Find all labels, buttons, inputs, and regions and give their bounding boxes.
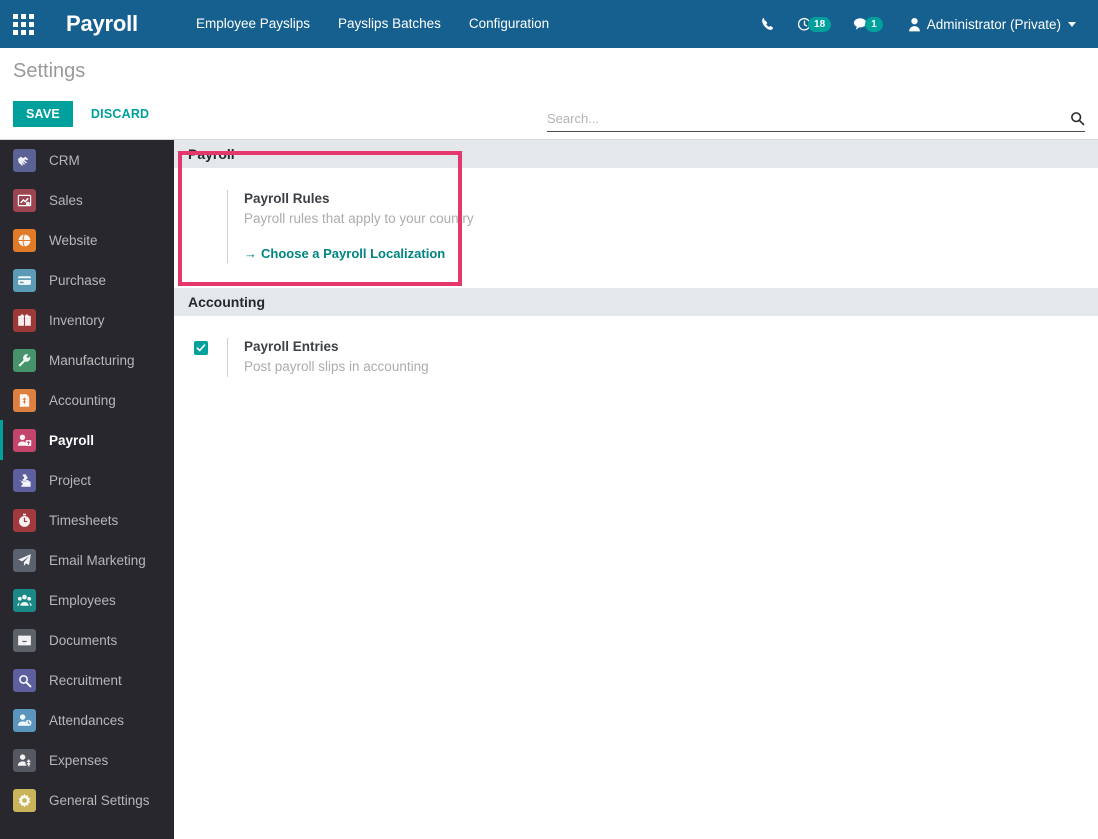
expenses-dollar-icon: [13, 748, 36, 772]
control-panel: Settings SAVE DISCARD: [0, 48, 1098, 140]
messages-chat-icon[interactable]: 1: [842, 0, 894, 48]
setting-box: Payroll Entries Post payroll slips in acc…: [227, 338, 429, 377]
nav-item-employee-payslips[interactable]: Employee Payslips: [182, 0, 324, 48]
sidebar-item-label: Documents: [49, 632, 118, 648]
sidebar-item-manufacturing[interactable]: Manufacturing: [0, 340, 174, 380]
discard-button[interactable]: DISCARD: [78, 101, 162, 127]
sidebar-item-expenses[interactable]: Expenses: [0, 740, 174, 780]
sidebar-item-label: Project: [49, 472, 92, 488]
page-title: Settings: [13, 60, 86, 82]
setting-box: Payroll Rules Payroll rules that apply to…: [227, 190, 474, 263]
sidebar-item-label: Timesheets: [49, 512, 119, 528]
settings-gear-icon: [13, 788, 36, 812]
website-globe-icon: [13, 228, 36, 252]
setting-title: Payroll Rules: [244, 191, 330, 206]
sidebar-item-purchase[interactable]: Purchase: [0, 260, 174, 300]
arrow-right-icon: →: [244, 246, 257, 261]
sales-chart-icon: [13, 188, 36, 212]
search-input[interactable]: [547, 111, 1064, 126]
setting-checkbox[interactable]: [194, 341, 208, 355]
sidebar-item-attendances[interactable]: Attendances: [0, 700, 174, 740]
project-puzzle-icon: [13, 468, 36, 492]
sidebar-item-inventory[interactable]: Inventory: [0, 300, 174, 340]
sidebar-item-crm[interactable]: CRM: [0, 140, 174, 180]
setting-description: Post payroll slips in accounting: [244, 359, 429, 374]
setting-title: Payroll Entries: [244, 339, 339, 354]
sidebar-item-documents[interactable]: Documents: [0, 620, 174, 660]
sidebar-item-label: General Settings: [49, 792, 150, 808]
email-send-icon: [13, 548, 36, 572]
manufacturing-wrench-icon: [13, 348, 36, 372]
section-body: Payroll Entries Post payroll slips in acc…: [174, 316, 1098, 391]
settings-sidebar[interactable]: CRM Sales Website Purchase Inventory Manufact…: [0, 140, 174, 839]
settings-content: Payroll Payroll Rules Payroll rules that a…: [174, 140, 1098, 839]
crm-handshake-icon: [13, 148, 36, 172]
section-header: Payroll: [174, 140, 1098, 168]
purchase-card-icon: [13, 268, 36, 292]
setting-row: Payroll Rules Payroll rules that apply to…: [174, 190, 1098, 263]
nav-item-payslips-batches[interactable]: Payslips Batches: [324, 0, 455, 48]
sidebar-item-label: Accounting: [49, 392, 116, 408]
navbar-right-tools: 18 1 Administrator (Private): [750, 0, 1098, 48]
sidebar-item-label: Attendances: [49, 712, 125, 728]
recruitment-search-icon: [13, 668, 36, 692]
search-icon[interactable]: [1064, 111, 1085, 126]
attendances-person-icon: [13, 708, 36, 732]
accounting-invoice-icon: [13, 388, 36, 412]
sidebar-item-website[interactable]: Website: [0, 220, 174, 260]
user-menu[interactable]: Administrator (Private): [894, 17, 1084, 32]
sidebar-item-recruitment[interactable]: Recruitment: [0, 660, 174, 700]
sidebar-item-accounting[interactable]: Accounting: [0, 380, 174, 420]
phone-icon[interactable]: [750, 0, 786, 48]
sidebar-item-label: Employees: [49, 592, 116, 608]
timesheets-timer-icon: [13, 508, 36, 532]
chevron-down-icon: [1068, 21, 1076, 27]
section-body: Payroll Rules Payroll rules that apply to…: [174, 168, 1098, 277]
sidebar-item-label: Payroll: [49, 432, 95, 448]
sidebar-item-label: Recruitment: [49, 672, 122, 688]
app-brand-title[interactable]: Payroll: [66, 11, 138, 37]
sidebar-item-payroll[interactable]: Payroll: [0, 420, 174, 460]
setting-spacer: [194, 190, 208, 263]
user-name-label: Administrator (Private): [926, 16, 1061, 32]
nav-menu: Employee Payslips Payslips Batches Confi…: [182, 0, 563, 48]
documents-folder-icon: [13, 628, 36, 652]
sidebar-item-label: Expenses: [49, 752, 109, 768]
sidebar-item-label: Email Marketing: [49, 552, 146, 568]
activity-count-badge: 18: [808, 16, 832, 32]
choose-payroll-localization-link[interactable]: → Choose a Payroll Localization: [244, 246, 445, 261]
save-button[interactable]: SAVE: [13, 101, 73, 127]
sidebar-item-employees[interactable]: Employees: [0, 580, 174, 620]
search-bar: [547, 106, 1085, 132]
action-buttons: SAVE DISCARD: [13, 101, 162, 127]
employees-group-icon: [13, 588, 36, 612]
inventory-box-icon: [13, 308, 36, 332]
apps-grid-icon[interactable]: [0, 0, 46, 48]
messages-count-badge: 1: [865, 16, 883, 32]
sidebar-item-general-settings[interactable]: General Settings: [0, 780, 174, 820]
sidebar-item-label: Inventory: [49, 312, 105, 328]
sidebar-item-label: Website: [49, 232, 98, 248]
sidebar-item-label: Manufacturing: [49, 352, 135, 368]
payroll-person-icon: [13, 428, 36, 452]
sidebar-item-label: Purchase: [49, 272, 107, 288]
setting-description: Payroll rules that apply to your country: [244, 211, 474, 226]
top-navbar: Payroll Employee Payslips Payslips Batch…: [0, 0, 1098, 48]
sidebar-item-email-marketing[interactable]: Email Marketing: [0, 540, 174, 580]
section-header: Accounting: [174, 288, 1098, 316]
sidebar-item-project[interactable]: Project: [0, 460, 174, 500]
sidebar-item-label: CRM: [49, 152, 80, 168]
sidebar-item-sales[interactable]: Sales: [0, 180, 174, 220]
setting-row: Payroll Entries Post payroll slips in acc…: [174, 338, 1098, 377]
nav-item-configuration[interactable]: Configuration: [455, 0, 563, 48]
sidebar-item-label: Sales: [49, 192, 83, 208]
user-avatar-icon: [908, 17, 921, 32]
setting-link-label: Choose a Payroll Localization: [261, 246, 446, 261]
activity-clock-icon[interactable]: 18: [786, 0, 842, 48]
sidebar-item-timesheets[interactable]: Timesheets: [0, 500, 174, 540]
